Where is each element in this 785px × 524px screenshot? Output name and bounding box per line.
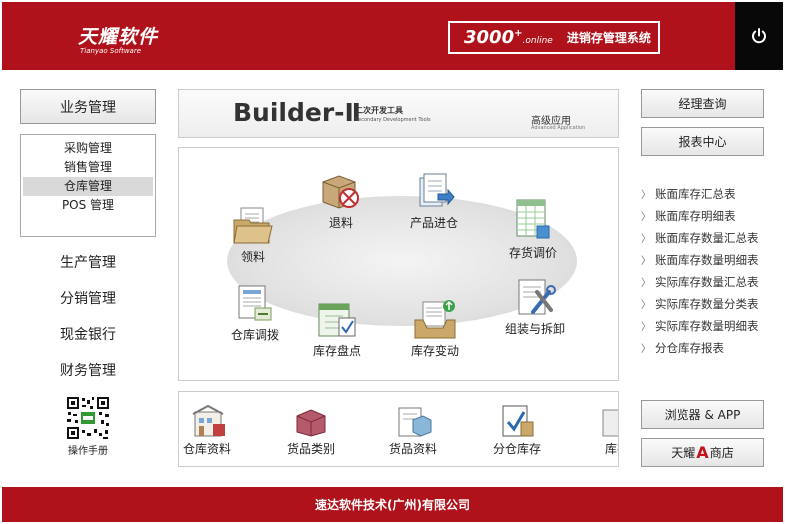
flow-label-assembly-disassembly: 组装与拆卸 <box>505 322 566 336</box>
checklist-icon <box>318 303 356 337</box>
flow-item-stocktake[interactable]: 库存盘点 <box>313 300 361 359</box>
menu-finance[interactable]: 财务管理 <box>20 353 156 389</box>
document-arrow-icon <box>419 173 455 207</box>
flow-item-warehouse-transfer[interactable]: 仓库调拨 <box>231 284 279 343</box>
submenu-pos[interactable]: POS 管理 <box>23 196 153 215</box>
flow-item-assembly-disassembly[interactable]: 组装与拆卸 <box>505 278 565 337</box>
flow-item-inventory-price-adjust[interactable]: 存货调价 <box>509 198 557 261</box>
store-logo-a: A <box>696 443 709 462</box>
goods-document-icon <box>398 407 432 437</box>
inventory-icon <box>602 409 618 437</box>
checked-document-icon <box>502 405 534 437</box>
report-link-5[interactable]: 〉实际库存数量汇总表 <box>641 271 764 293</box>
report-link-2[interactable]: 〉账面库存明细表 <box>641 205 764 227</box>
flow-item-inventory-change[interactable]: 库存变动 <box>411 298 459 359</box>
main-menu-list: 生产管理 分销管理 现金银行 财务管理 <box>20 245 156 389</box>
product-name: 进销存管理系统 <box>566 31 651 45</box>
chevron-right-icon: 〉 <box>641 190 651 201</box>
browser-app-button[interactable]: 浏览器 & APP <box>641 400 764 429</box>
business-management-button[interactable]: 业务管理 <box>20 89 156 124</box>
flow-label-material-return: 退料 <box>328 216 353 230</box>
spreadsheet-icon <box>516 199 550 239</box>
report-link-7[interactable]: 〉实际库存数量明细表 <box>641 315 764 337</box>
brand-logo: 天耀软件 Tianyao Software <box>78 22 158 55</box>
business-submenu: 采购管理 销售管理 仓库管理 POS 管理 <box>20 134 156 237</box>
advanced-app-en: Advanced Application <box>531 125 586 131</box>
menu-production[interactable]: 生产管理 <box>20 245 156 281</box>
chevron-right-icon: 〉 <box>641 344 651 355</box>
qr-code-icon <box>65 395 111 441</box>
brand-name: 天耀软件 <box>78 26 159 48</box>
report-link-6[interactable]: 〉实际库存数量分类表 <box>641 293 764 315</box>
report-link-3[interactable]: 〉账面库存数量汇总表 <box>641 227 764 249</box>
bottom-item-warehouse-data[interactable]: 仓库资料 <box>183 404 231 457</box>
store-label-pre: 天耀 <box>671 446 696 460</box>
flow-label-product-inbound: 产品进仓 <box>410 216 459 230</box>
flow-label-warehouse-transfer: 仓库调拨 <box>231 328 280 342</box>
bottom-label-goods-data: 货品资料 <box>389 442 438 456</box>
footer-bar: 速达软件技术(广州)有限公司 <box>2 487 783 522</box>
folder-documents-icon <box>233 207 273 244</box>
chevron-right-icon: 〉 <box>641 278 651 289</box>
tianyao-store-button[interactable]: 天耀 A 商店 <box>641 438 764 467</box>
warehouse-flow-panel: 领料 退料 产品进仓 存货调价 仓库调拨 库存盘点 库存变动 组装与拆卸 <box>178 147 619 381</box>
product-number: 3000+ <box>464 27 523 48</box>
flow-label-inventory-price-adjust: 存货调价 <box>509 246 558 260</box>
basic-data-panel: 仓库资料 货品类别 货品资料 分仓库存 库存 <box>178 391 619 467</box>
menu-distribution[interactable]: 分销管理 <box>20 281 156 317</box>
manual-qr[interactable]: 操作手册 <box>20 395 156 457</box>
chevron-right-icon: 〉 <box>641 256 651 267</box>
flow-item-product-inbound[interactable]: 产品进仓 <box>410 172 458 231</box>
bottom-label-inventory-partial: 库存 <box>604 442 618 456</box>
bottom-label-branch-inventory: 分仓库存 <box>493 442 542 456</box>
chevron-right-icon: 〉 <box>641 234 651 245</box>
submenu-purchase[interactable]: 采购管理 <box>23 139 153 158</box>
inbox-documents-icon <box>414 300 456 339</box>
manager-query-button[interactable]: 经理查询 <box>641 89 764 118</box>
tools-document-icon <box>518 279 556 315</box>
menu-cash-bank[interactable]: 现金银行 <box>20 317 156 353</box>
bottom-label-warehouse-data: 仓库资料 <box>183 442 232 456</box>
boxes-icon <box>296 409 326 437</box>
bottom-label-goods-category: 货品类别 <box>287 442 336 456</box>
flow-item-material-issue[interactable]: 领料 <box>231 206 275 265</box>
bottom-item-inventory-partial[interactable]: 库存 <box>597 404 618 457</box>
power-button[interactable] <box>735 2 783 70</box>
report-center-button[interactable]: 报表中心 <box>641 127 764 156</box>
box-cancel-icon <box>322 175 359 209</box>
flow-label-stocktake: 库存盘点 <box>313 344 362 358</box>
flow-label-inventory-change: 库存变动 <box>411 344 460 358</box>
product-title-box: 3000+ .online 进销存管理系统 <box>448 21 660 54</box>
product-suffix: .online <box>522 35 553 46</box>
chevron-right-icon: 〉 <box>641 212 651 223</box>
bottom-item-branch-inventory[interactable]: 分仓库存 <box>493 404 541 457</box>
transfer-document-icon <box>238 285 272 321</box>
power-icon <box>752 28 766 44</box>
report-link-1[interactable]: 〉账面库存汇总表 <box>641 183 764 205</box>
flow-label-material-issue: 领料 <box>240 250 265 264</box>
bottom-item-goods-data[interactable]: 货品资料 <box>389 404 437 457</box>
report-list: 〉账面库存汇总表 〉账面库存明细表 〉账面库存数量汇总表 〉账面库存数量明细表 … <box>641 183 764 359</box>
chevron-right-icon: 〉 <box>641 300 651 311</box>
manual-label: 操作手册 <box>68 446 108 457</box>
chevron-right-icon: 〉 <box>641 322 651 333</box>
report-link-4[interactable]: 〉账面库存数量明细表 <box>641 249 764 271</box>
builder-title: Builder-Ⅱ <box>233 98 362 127</box>
warehouse-building-icon <box>192 404 225 437</box>
submenu-sales[interactable]: 销售管理 <box>23 158 153 177</box>
company-name: 速达软件技术(广州)有限公司 <box>315 498 470 512</box>
builder-banner[interactable]: Builder-Ⅱ 二次开发工具 Secondary Development T… <box>178 89 619 138</box>
header-bar: 天耀软件 Tianyao Software 3000+ .online 进销存管… <box>2 2 783 70</box>
builder-subtitle-en: Secondary Development Tools <box>355 117 431 123</box>
left-sidebar: 业务管理 采购管理 销售管理 仓库管理 POS 管理 生产管理 分销管理 现金银… <box>20 89 156 457</box>
builder-subtitle-cn: 二次开发工具 <box>355 106 403 115</box>
bottom-item-goods-category[interactable]: 货品类别 <box>287 404 335 457</box>
right-sidebar: 经理查询 报表中心 〉账面库存汇总表 〉账面库存明细表 〉账面库存数量汇总表 〉… <box>641 89 764 359</box>
report-link-8[interactable]: 〉分仓库存报表 <box>641 337 764 359</box>
store-label-post: 商店 <box>709 446 734 460</box>
submenu-warehouse[interactable]: 仓库管理 <box>23 177 153 196</box>
flow-item-material-return[interactable]: 退料 <box>319 172 363 231</box>
